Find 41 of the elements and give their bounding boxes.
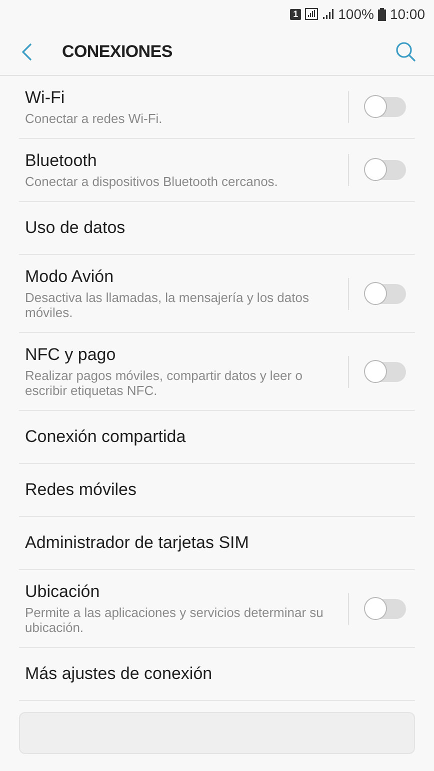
signal-icon [322,8,334,20]
search-icon [396,42,416,62]
item-description: Permite a las aplicaciones y servicios determinar su ubicación. [25,605,324,635]
toggle-switch[interactable] [366,362,406,382]
item-title: Uso de datos [25,218,126,238]
item-title: Bluetooth [25,151,98,171]
item-title: Redes móviles [25,480,138,500]
screen-title: CONEXIONES [62,42,174,62]
settings-item[interactable]: Redes móviles [19,464,415,517]
toggle-switch[interactable] [366,160,406,180]
settings-item[interactable]: Bluetooth Conectar a dispositivos Bluetooth cercanos. [19,139,415,202]
item-description: Conectar a dispositivos Bluetooth cercanos. [25,174,279,189]
item-description: Desactiva las llamadas, la mensajería y los datos móviles. [25,290,310,320]
settings-item[interactable]: Uso de datos [19,202,415,255]
search-button[interactable] [396,42,416,62]
signal-icon [305,8,318,20]
settings-item[interactable]: NFC y pago Realizar pagos móviles, compartir datos y leer o escribir etiquetas NFC. [19,333,415,411]
back-button[interactable] [22,42,32,60]
toggle-switch[interactable] [366,284,406,304]
settings-item[interactable]: Conexión compartida [19,411,415,464]
item-title: Wi-Fi [25,88,66,108]
settings-item[interactable]: Ubicación Permite a las aplicaciones y servicios determinar su ubicación. [19,570,415,648]
battery-icon [378,8,386,20]
item-title: Administrador de tarjetas SIM [25,533,250,553]
toggle-switch[interactable] [366,97,406,117]
settings-item[interactable]: Más ajustes de conexión [19,648,415,701]
item-description: Conectar a redes Wi-Fi. [25,111,164,126]
clock: 10:00 [390,6,425,22]
battery-level: 100% [338,6,374,22]
item-title: Ubicación [25,582,101,602]
settings-item[interactable]: Wi-Fi Conectar a redes Wi-Fi. [19,76,415,139]
toggle-switch[interactable] [366,598,406,618]
sim-icon: 1 [290,8,302,20]
settings-item[interactable]: Modo Avión Desactiva las llamadas, la mensajería y los datos móviles. [19,255,415,333]
item-title: Más ajustes de conexión [25,664,214,684]
item-title: Conexión compartida [25,427,187,447]
item-title: NFC y pago [25,345,117,365]
back-icon [22,42,32,60]
item-description: Realizar pagos móviles, compartir datos y leer o escribir etiquetas NFC. [25,368,304,398]
settings-item[interactable]: Administrador de tarjetas SIM [19,517,415,570]
item-title: Modo Avión [25,267,115,287]
